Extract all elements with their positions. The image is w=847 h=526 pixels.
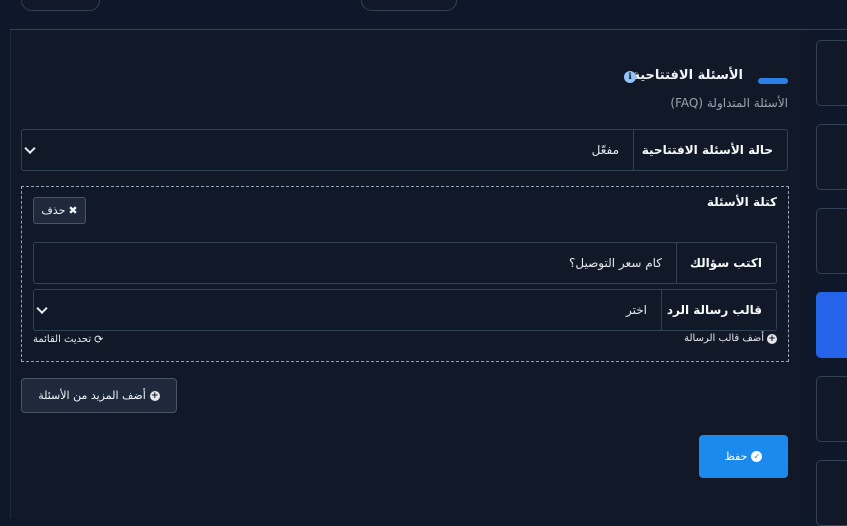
rail-tab-2[interactable] (816, 124, 847, 190)
reply-template-select[interactable]: قالب رسالة الرد اختر (33, 289, 777, 331)
close-icon: ✖ (68, 204, 78, 217)
rail-tab-3[interactable] (816, 208, 847, 274)
chevron-down-icon[interactable] (24, 142, 36, 155)
rail-tab-6[interactable] (816, 460, 847, 526)
plus-circle-icon: + (149, 390, 160, 401)
section-title: الأسئلة الافتتاحية (632, 68, 743, 83)
question-input[interactable]: كام سعر التوصيل؟ (569, 243, 662, 283)
section-accent-bar (758, 78, 788, 84)
rail-tab-5[interactable] (816, 376, 847, 442)
refresh-icon: ⟳ (94, 333, 104, 346)
add-template-link[interactable]: + أضف قالب الرسالة (684, 333, 777, 344)
rail-tab-1[interactable] (816, 40, 847, 106)
check-circle-icon: ✓ (751, 451, 763, 462)
status-select[interactable]: حالة الأسئلة الافتتاحية مفعّل (21, 129, 788, 171)
faq-block-title: كتلة الأسئلة (706, 195, 777, 209)
plus-circle-icon: + (767, 333, 777, 344)
status-label: حالة الأسئلة الافتتاحية (633, 130, 787, 170)
reply-template-value: اختر (626, 303, 647, 317)
refresh-list-link[interactable]: ⟳ تحديث القائمة (33, 333, 103, 346)
refresh-list-label: تحديث القائمة (33, 334, 92, 345)
save-button[interactable]: ✓ حفظ (699, 435, 788, 478)
top-pill-button-center[interactable] (361, 0, 457, 11)
reply-template-label: قالب رسالة الرد (661, 290, 776, 330)
question-label: اكتب سؤالك (676, 243, 776, 283)
chevron-down-icon[interactable] (36, 302, 48, 315)
rail-tab-active[interactable] (816, 292, 847, 358)
top-pill-button-left[interactable] (21, 0, 100, 11)
add-template-label: أضف قالب الرسالة (684, 333, 764, 344)
faq-block: كتلة الأسئلة ✖ حذف اكتب سؤالك كام سعر ال… (21, 186, 789, 362)
save-label: حفظ (724, 450, 748, 463)
status-value: مفعّل (591, 143, 619, 157)
right-rail (805, 30, 847, 526)
top-bar (0, 0, 847, 30)
delete-label: حذف (41, 204, 66, 217)
question-field[interactable]: اكتب سؤالك كام سعر التوصيل؟ (33, 242, 777, 284)
delete-button[interactable]: ✖ حذف (33, 197, 86, 224)
add-more-label: أضف المزيد من الأسئلة (38, 389, 146, 402)
add-more-questions-button[interactable]: + أضف المزيد من الأسئلة (21, 378, 177, 413)
section-subtitle: الأسئلة المتداولة (FAQ) (670, 96, 788, 110)
info-icon[interactable]: ℹ (624, 71, 636, 83)
